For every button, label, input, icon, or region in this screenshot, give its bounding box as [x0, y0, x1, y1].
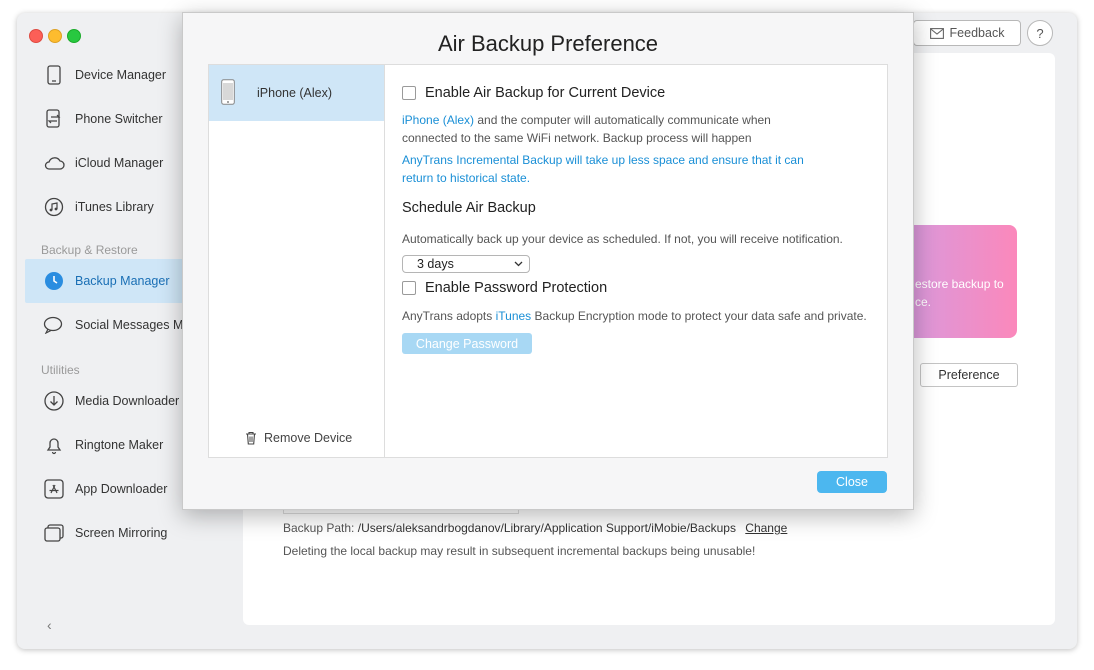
screen-icon [43, 522, 65, 544]
feedback-button[interactable]: Feedback [913, 20, 1021, 46]
sidebar-item-label: Screen Mirroring [75, 526, 168, 540]
feedback-label: Feedback [949, 26, 1005, 40]
sidebar-item-label: iCloud Manager [75, 156, 164, 170]
clock-icon [43, 270, 65, 292]
encryption-desc: AnyTrans adopts iTunes Backup Encryption… [402, 309, 867, 323]
enable-password-label: Enable Password Protection [425, 280, 608, 296]
enc-text-suffix: Backup Encryption mode to protect your d… [531, 309, 867, 323]
sidebar-item-label: Media Downloader [75, 394, 180, 408]
incremental-note-line2: return to historical state. [402, 171, 531, 185]
sidebar-item-label: Phone Switcher [75, 112, 163, 126]
phone-icon [43, 64, 65, 86]
music-icon [43, 196, 65, 218]
air-backup-desc-line2: connected to the same WiFi network. Back… [402, 131, 752, 145]
backup-path-row: Backup Path: /Users/aleksandrbogdanov/Li… [283, 521, 787, 535]
sidebar-item-label: Social Messages Ma [75, 318, 191, 332]
section-label-backup: Backup & Restore [41, 243, 138, 257]
change-path-link[interactable]: Change [745, 521, 787, 535]
enable-password-row: Enable Password Protection [402, 280, 607, 296]
trash-icon [246, 431, 256, 445]
remove-device-button[interactable]: Remove Device [245, 431, 352, 445]
sidebar-item-screen-mirroring[interactable]: Screen Mirroring [25, 511, 225, 555]
help-button[interactable]: ? [1027, 20, 1053, 46]
device-list: iPhone (Alex) Remove Device [209, 65, 385, 457]
promo-text-line2: ce. [915, 295, 932, 309]
collapse-sidebar-button[interactable]: ‹ [47, 617, 52, 633]
mail-icon [929, 27, 944, 39]
backup-path-label: Backup Path: [283, 521, 355, 535]
desc-text: and the computer will automatically comm… [474, 113, 771, 127]
chevron-down-icon [514, 261, 523, 267]
preference-button[interactable]: Preference [920, 363, 1018, 387]
remove-device-label: Remove Device [264, 431, 353, 445]
close-button[interactable]: Close [817, 471, 887, 493]
air-backup-desc-line1: iPhone (Alex) and the computer will auto… [402, 113, 771, 127]
backup-warning: Deleting the local backup may result in … [283, 544, 756, 558]
app-store-icon [43, 478, 65, 500]
section-label-utilities: Utilities [41, 363, 80, 377]
sidebar-item-label: iTunes Library [75, 200, 154, 214]
promo-text-line1: estore backup to [915, 277, 1004, 291]
schedule-heading: Schedule Air Backup [402, 200, 536, 216]
device-link[interactable]: iPhone (Alex) [402, 113, 474, 127]
schedule-select[interactable]: 3 days [402, 255, 530, 273]
enc-text-prefix: AnyTrans adopts [402, 309, 496, 323]
incremental-note-line1: AnyTrans Incremental Backup will take up… [402, 153, 804, 167]
promo-banner[interactable]: estore backup to ce. [897, 225, 1017, 338]
iphone-icon [221, 78, 235, 108]
enable-air-backup-label: Enable Air Backup for Current Device [425, 85, 666, 101]
download-icon [43, 390, 65, 412]
sidebar-item-label: App Downloader [75, 482, 168, 496]
cloud-icon [43, 152, 65, 174]
dialog-title: Air Backup Preference [437, 31, 659, 56]
device-list-item[interactable]: iPhone (Alex) [209, 65, 384, 121]
sidebar-item-label: Ringtone Maker [75, 438, 164, 452]
itunes-link[interactable]: iTunes [496, 309, 532, 323]
bell-icon [43, 434, 65, 456]
minimize-window-button[interactable] [48, 29, 62, 43]
chat-icon [43, 314, 65, 336]
air-backup-preference-dialog: Air Backup Preference iPhone (Alex) Remo… [182, 12, 914, 510]
enable-air-backup-row: Enable Air Backup for Current Device [402, 85, 665, 101]
schedule-select-value: 3 days [417, 257, 454, 271]
sidebar-item-label: Backup Manager [75, 274, 170, 288]
zoom-window-button[interactable] [67, 29, 81, 43]
sidebar-item-label: Device Manager [75, 68, 167, 82]
schedule-desc: Automatically back up your device as sch… [402, 232, 843, 246]
enable-air-backup-checkbox[interactable] [402, 86, 416, 100]
change-password-button[interactable]: Change Password [402, 333, 532, 354]
close-window-button[interactable] [29, 29, 43, 43]
dialog-panel: iPhone (Alex) Remove Device Enable Air B… [208, 64, 888, 458]
switch-icon [43, 108, 65, 130]
enable-password-checkbox[interactable] [402, 281, 416, 295]
device-name: iPhone (Alex) [257, 86, 333, 100]
backup-path-value: /Users/aleksandrbogdanov/Library/Applica… [357, 521, 736, 535]
